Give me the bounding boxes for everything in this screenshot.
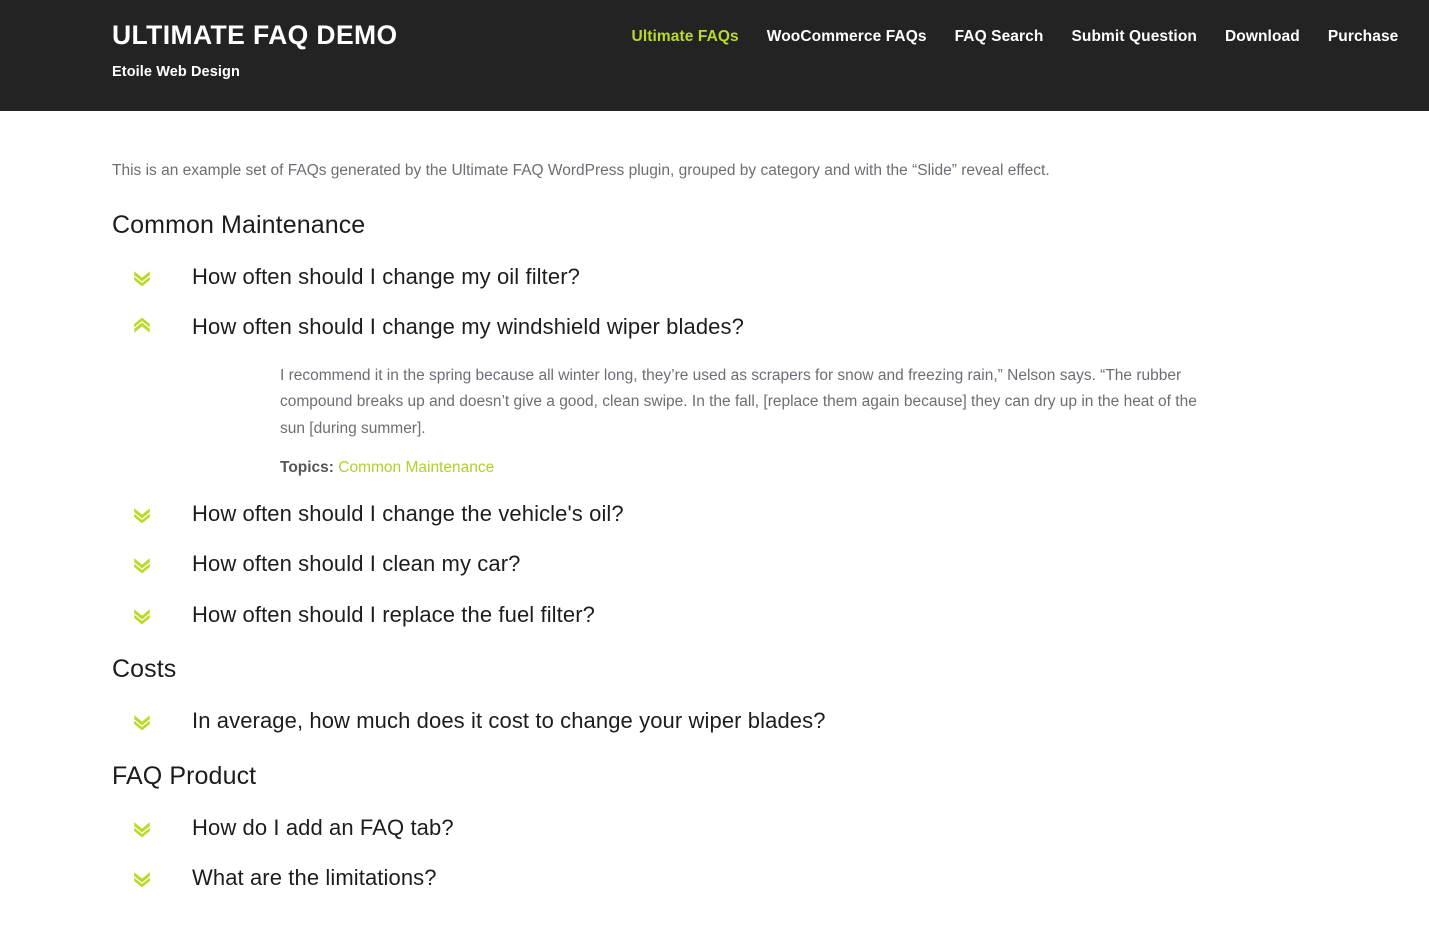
chevron-double-down-icon[interactable] [130,552,154,576]
chevron-double-down-icon[interactable] [130,709,154,733]
faq-item: How do I add an FAQ tab? [112,791,1317,842]
chevron-double-down-icon[interactable] [130,502,154,526]
chevron-double-down-icon[interactable] [130,866,154,890]
faq-question-text: How often should I clean my car? [192,551,521,577]
faq-category-title: FAQ Product [112,761,257,790]
site-header: ULTIMATE FAQ DEMO Etoile Web Design Ulti… [0,0,1429,111]
main-content: This is an example set of FAQs generated… [0,111,1429,892]
faq-question-toggle[interactable]: In average, how much does it cost to cha… [112,684,1317,735]
faq-category-title: Common Maintenance [112,210,366,239]
faq-answer: I recommend it in the spring because all… [112,341,1317,477]
nav-item-ultimate-faqs[interactable]: Ultimate FAQs [632,28,739,46]
faq-question-toggle[interactable]: How often should I replace the fuel filt… [112,578,1317,629]
faq-question-toggle[interactable]: How often should I change my oil filter? [112,240,1317,291]
faq-topics-label: Topics: [280,458,334,476]
faq-question-text: How do I add an FAQ tab? [192,814,454,840]
faq-answer-text: I recommend it in the spring because all… [280,366,1197,438]
nav-item-woocommerce-faqs[interactable]: WooCommerce FAQs [767,28,927,46]
faq-question-toggle[interactable]: How do I add an FAQ tab? [112,791,1317,842]
faq-item: In average, how much does it cost to cha… [112,684,1317,735]
faq-question-text: What are the limitations? [192,865,437,891]
faq-item: How often should I change my windshield … [112,290,1317,476]
faq-list: How do I add an FAQ tab? What are the li… [112,791,1317,892]
faq-question-toggle[interactable]: How often should I change my windshield … [112,290,1317,341]
chevron-double-up-icon[interactable] [130,315,154,339]
chevron-double-down-icon[interactable] [130,816,154,840]
chevron-double-down-icon[interactable] [130,265,154,289]
nav-item-download[interactable]: Download [1225,28,1300,46]
site-tagline: Etoile Web Design [112,64,240,81]
faq-item: What are the limitations? [112,841,1317,892]
faq-topic-link[interactable]: Common Maintenance [338,459,494,476]
faq-question-text: In average, how much does it cost to cha… [192,708,826,734]
nav-item-submit-question[interactable]: Submit Question [1071,28,1197,46]
faq-question-toggle[interactable]: How often should I change the vehicle's … [112,477,1317,528]
faq-question-text: How often should I change my oil filter? [192,263,580,289]
site-title: ULTIMATE FAQ DEMO [112,20,398,50]
faq-topics: Topics: Common Maintenance [280,443,1197,477]
faq-question-text: How often should I replace the fuel filt… [192,601,595,627]
faq-question-text: How often should I change my windshield … [192,314,744,340]
chevron-double-down-icon[interactable] [130,603,154,627]
nav-item-faq-search[interactable]: FAQ Search [955,28,1044,46]
faq-groups: Common Maintenance How often should I ch… [112,184,1317,892]
faq-item: How often should I replace the fuel filt… [112,578,1317,629]
main-navigation: Ultimate FAQs WooCommerce FAQs FAQ Search S… [632,0,1399,46]
faq-list: How often should I change my oil filter?… [112,240,1317,628]
brand[interactable]: ULTIMATE FAQ DEMO Etoile Web Design [0,0,398,80]
faq-item: How often should I change my oil filter? [112,240,1317,291]
faq-category-title: Costs [112,655,177,684]
faq-list: In average, how much does it cost to cha… [112,684,1317,735]
faq-item: How often should I clean my car? [112,527,1317,578]
nav-item-purchase[interactable]: Purchase [1328,28,1399,46]
faq-item: How often should I change the vehicle's … [112,477,1317,528]
faq-question-text: How often should I change the vehicle's … [192,500,624,526]
faq-question-toggle[interactable]: What are the limitations? [112,841,1317,892]
page-intro-text: This is an example set of FAQs generated… [112,162,1050,179]
faq-question-toggle[interactable]: How often should I clean my car? [112,527,1317,578]
